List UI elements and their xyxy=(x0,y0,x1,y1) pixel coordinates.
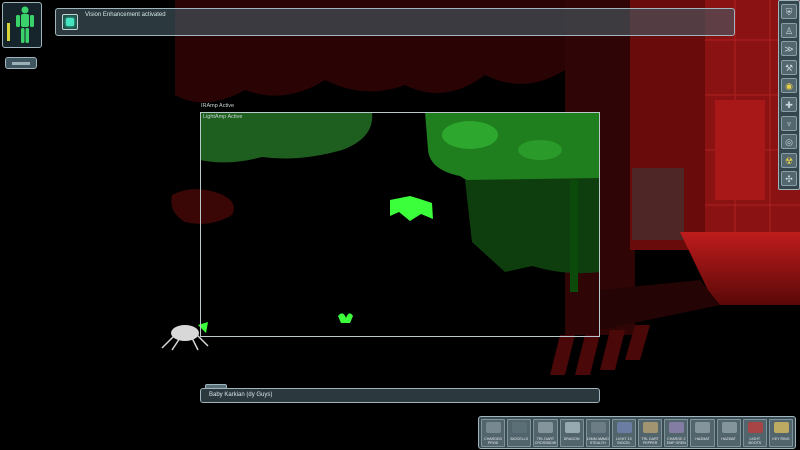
aug-slot-7[interactable]: ♆ xyxy=(781,115,797,131)
inventory-slot-label: CHARGED PROD xyxy=(484,437,503,445)
inventory-slot-6[interactable]: LIGHT 1X BIOCEL xyxy=(611,419,637,447)
inventory-slot-label: HAZMAT xyxy=(721,437,736,441)
aug-slot-1[interactable]: ⛨ xyxy=(781,4,797,19)
inventory-slot-12[interactable]: KEY RING xyxy=(768,419,794,447)
stealth-pistol-icon xyxy=(590,422,606,433)
grey-crate xyxy=(632,168,684,240)
wrench-aug-icon: ⚒ xyxy=(784,62,794,73)
riot-prod-icon xyxy=(486,422,501,433)
aug-slot-5[interactable]: ◉ xyxy=(781,78,797,94)
energy-shield-icon: ◎ xyxy=(785,137,793,148)
inventory-slot-8[interactable]: CHARGE 2 EMP GREN xyxy=(664,419,689,447)
inventory-slot-label: LIGHT BOOTS xyxy=(748,437,762,445)
energy-display xyxy=(5,57,37,69)
iramp-status-label: IRAmp Active xyxy=(201,103,235,109)
inventory-slot-10[interactable]: HAZMAT xyxy=(716,419,741,447)
speed-aug-icon: ≫ xyxy=(784,44,794,55)
aug-slot-9[interactable]: ☢ xyxy=(781,152,797,168)
lungs-aug-icon: ♆ xyxy=(785,118,793,129)
inventory-slot-4[interactable]: DRAGON xyxy=(559,419,584,447)
aug-slot-2[interactable]: ♙ xyxy=(781,22,797,38)
pepper-gun-icon xyxy=(643,422,659,433)
inventory-slot-label: KEY RING xyxy=(772,437,790,441)
inventory-slot-label: 10MM AMMO STEALTH xyxy=(586,437,609,445)
spy-drone-icon: ✣ xyxy=(785,174,793,185)
lightamp-viewport: LightAmp Active xyxy=(200,112,600,337)
lockpick-icon xyxy=(616,422,632,433)
health-body-display xyxy=(2,2,42,48)
aug-slot-4[interactable]: ⚒ xyxy=(781,59,797,75)
message-text: Vision Enhancement activated xyxy=(85,12,166,18)
inventory-slot-7[interactable]: TRL DART PEPPER xyxy=(638,419,663,447)
body-silhouette-icon xyxy=(7,6,34,43)
body-aug-icon: ♙ xyxy=(784,25,794,36)
inventory-slot-label: TRL DART CROSSBOW xyxy=(534,437,557,445)
target-aug-icon: ✚ xyxy=(785,100,793,110)
inventory-slot-11[interactable]: LIGHT BOOTS xyxy=(742,419,767,447)
hazmat-suit-icon xyxy=(695,422,711,433)
key-ring-icon xyxy=(773,422,789,433)
inventory-slot-label: CHARGE 2 EMP GREN xyxy=(666,437,686,445)
aug-slot-6[interactable]: ✚ xyxy=(781,97,797,112)
vision-aug-icon: ◉ xyxy=(785,81,793,92)
inventory-slot-label: TRL DART PEPPER xyxy=(641,437,659,445)
inventory-slot-3[interactable]: TRL DART CROSSBOW xyxy=(533,419,558,447)
vision-aug-icon xyxy=(62,14,78,30)
crossbow-icon xyxy=(538,422,554,433)
hazmat-suit-icon xyxy=(721,422,737,433)
aug-slot-10[interactable]: ✣ xyxy=(781,171,797,187)
inventory-slot-5[interactable]: 10MM AMMO STEALTH xyxy=(585,419,610,447)
dragon-tooth-sword-icon xyxy=(564,422,580,433)
ballistic-shield-icon: ⛨ xyxy=(785,7,793,17)
message-log: Vision Enhancement activated xyxy=(55,8,735,36)
inventory-slot-label: HAZMAT xyxy=(695,437,710,441)
biocell-icon xyxy=(512,422,528,433)
target-name: Baby Karkian (dy Guys) xyxy=(209,392,273,398)
inventory-slot-label: DRAGON xyxy=(563,437,580,441)
inventory-belt: CHARGED PROD BIOCELLS TRL DART CROSSBOW DRA… xyxy=(478,416,796,449)
inventory-slot-9[interactable]: HAZMAT xyxy=(690,419,715,447)
inventory-slot-label: BIOCELLS xyxy=(510,437,529,441)
emp-grenade-icon xyxy=(669,422,685,433)
augmentation-column: ⛨ ♙ ≫ ⚒ ◉ ✚ ♆ ◎ ☢ ✣ xyxy=(778,0,800,190)
radiation-aug-icon: ☢ xyxy=(784,155,794,166)
target-info-bar: Baby Karkian (dy Guys) xyxy=(200,388,600,403)
energy-bar xyxy=(12,62,30,65)
inventory-slot-2[interactable]: BIOCELLS xyxy=(507,419,532,447)
inventory-slot-label: LIGHT 1X BIOCEL xyxy=(615,437,632,445)
red-door-panel xyxy=(715,100,765,200)
aug-slot-3[interactable]: ≫ xyxy=(781,41,797,57)
aug-slot-8[interactable]: ◎ xyxy=(781,134,797,150)
belt-slots: CHARGED PROD BIOCELLS TRL DART CROSSBOW DRA… xyxy=(481,419,794,447)
inventory-slot-1[interactable]: CHARGED PROD xyxy=(481,419,506,447)
medkit-icon xyxy=(747,422,763,433)
lightamp-status-label: LightAmp Active xyxy=(203,114,243,120)
